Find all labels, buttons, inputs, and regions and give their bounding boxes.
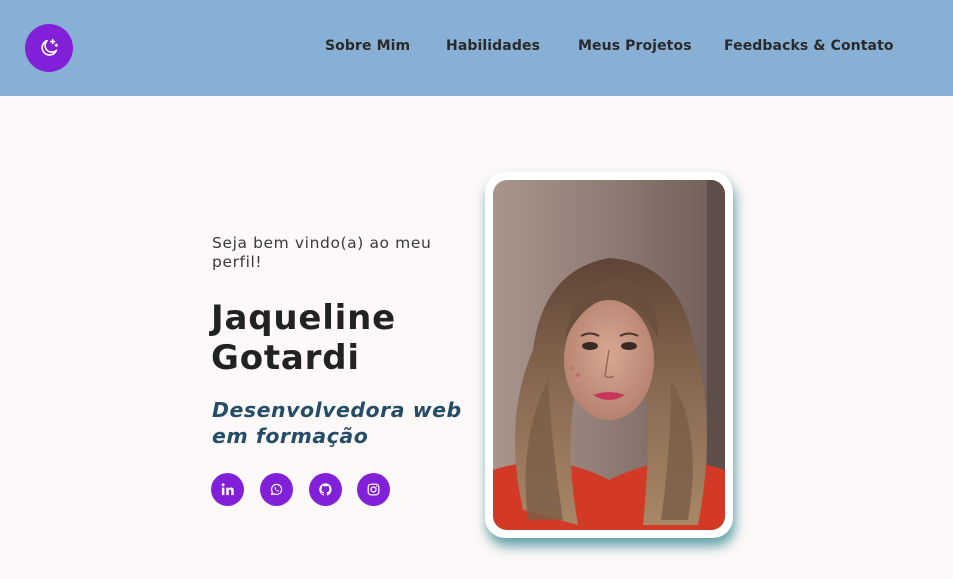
linkedin-link[interactable] (211, 473, 244, 506)
nav-meus-projetos[interactable]: Meus Projetos (578, 38, 692, 54)
site-header: Sobre Mim Habilidades Meus Projetos Feed… (0, 0, 953, 96)
instagram-icon (367, 483, 380, 496)
main-nav: Sobre Mim Habilidades Meus Projetos Feed… (0, 38, 953, 58)
profile-role: Desenvolvedora web em formação (212, 398, 462, 448)
instagram-link[interactable] (357, 473, 390, 506)
github-link[interactable] (309, 473, 342, 506)
linkedin-icon (221, 483, 234, 496)
github-icon (319, 483, 332, 496)
nav-habilidades[interactable]: Habilidades (446, 38, 540, 54)
welcome-text: Seja bem vindo(a) ao meu perfil! (212, 234, 432, 271)
profile-photo-frame (485, 172, 733, 538)
nav-feedbacks-contato[interactable]: Feedbacks & Contato (724, 38, 894, 54)
whatsapp-link[interactable] (260, 473, 293, 506)
nav-sobre-mim[interactable]: Sobre Mim (325, 38, 410, 54)
profile-photo (493, 180, 725, 530)
whatsapp-icon (270, 483, 283, 496)
profile-photo-illustration (493, 180, 725, 530)
profile-name: Jaqueline Gotardi (211, 298, 396, 378)
